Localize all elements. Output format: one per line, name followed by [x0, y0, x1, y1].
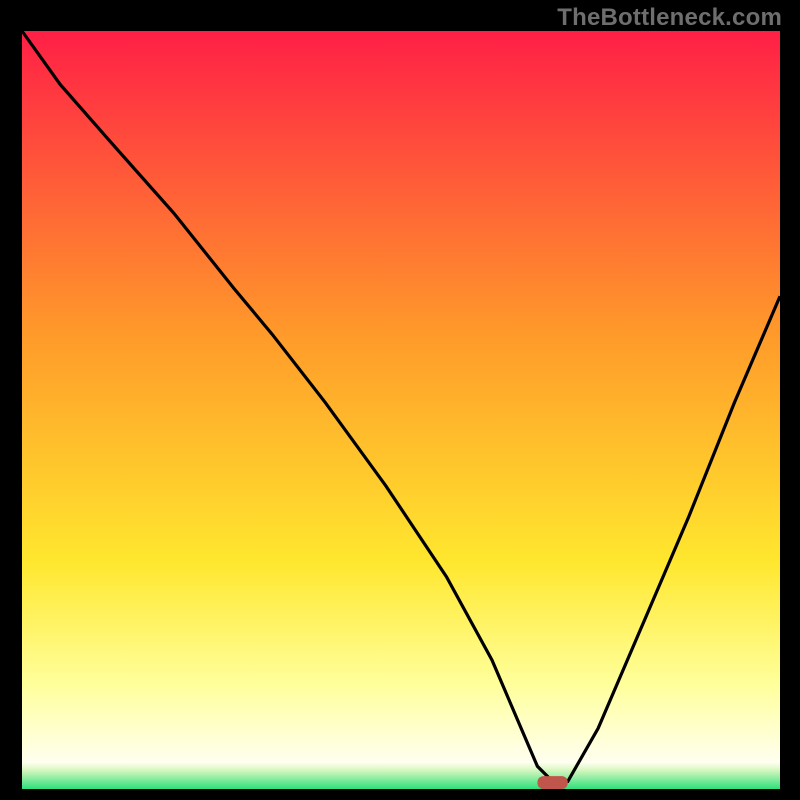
chart-frame: { "watermark": "TheBottleneck.com", "col…: [0, 0, 800, 800]
optimal-marker: [537, 776, 567, 789]
watermark-text: TheBottleneck.com: [557, 4, 782, 32]
bottleneck-chart: [0, 0, 800, 800]
plot-background: [22, 31, 780, 789]
